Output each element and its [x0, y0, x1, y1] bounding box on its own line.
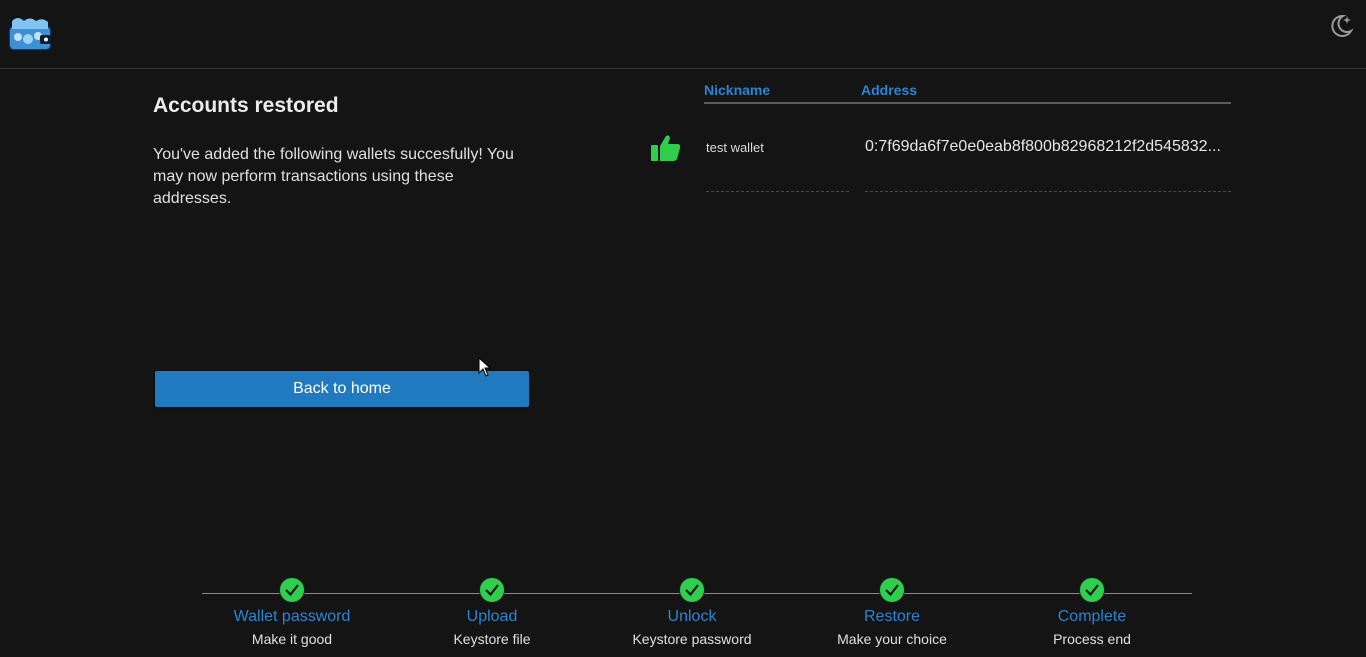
- check-icon: [479, 577, 505, 603]
- step-label: Unlock: [667, 608, 717, 625]
- step-restore[interactable]: Restore Make your choice: [792, 576, 992, 647]
- wallet-logo-icon[interactable]: [6, 15, 54, 53]
- step-sublabel: Keystore password: [632, 631, 752, 647]
- success-description: You've added the following wallets succe…: [153, 146, 514, 207]
- check-icon: [679, 577, 705, 603]
- step-sublabel: Make it good: [251, 631, 333, 647]
- step-sublabel: Keystore file: [453, 631, 531, 647]
- table-row: test wallet 0:7f69da6f7e0e0eab8f800b8296…: [704, 104, 1231, 194]
- step-wallet-password[interactable]: Wallet password Make it good: [192, 576, 392, 647]
- restored-wallets-table: Nickname Address test wallet 0:7f69da6f7…: [704, 80, 1231, 194]
- top-bar: [0, 0, 1366, 69]
- column-header-address[interactable]: Address: [861, 82, 917, 98]
- restore-summary: Accounts restored You've added the follo…: [153, 94, 533, 210]
- check-icon: [1079, 577, 1105, 603]
- check-icon: [279, 577, 305, 603]
- mouse-pointer-icon: [478, 356, 492, 377]
- step-sublabel: Process end: [1053, 631, 1131, 647]
- step-sublabel: Make your choice: [837, 631, 947, 647]
- moon-star-icon[interactable]: [1326, 12, 1354, 40]
- step-unlock[interactable]: Unlock Keystore password: [592, 576, 792, 647]
- divider: [706, 191, 849, 192]
- check-icon: [879, 577, 905, 603]
- wallet-address[interactable]: 0:7f69da6f7e0e0eab8f800b82968212f2d54583…: [865, 138, 1227, 156]
- divider: [865, 191, 1231, 192]
- page-title: Accounts restored: [153, 94, 339, 117]
- thumbs-up-icon: [650, 133, 682, 163]
- step-label: Restore: [863, 608, 921, 625]
- wallet-nickname: test wallet: [706, 140, 764, 155]
- step-upload[interactable]: Upload Keystore file: [392, 576, 592, 647]
- column-header-nickname[interactable]: Nickname: [704, 82, 770, 98]
- step-complete[interactable]: Complete Process end: [992, 576, 1192, 647]
- progress-stepper: Wallet password Make it good Upload Keys…: [202, 576, 1192, 657]
- table-header: Nickname Address: [704, 80, 1231, 104]
- step-label: Complete: [1057, 608, 1127, 625]
- step-label: Wallet password: [233, 608, 351, 625]
- back-to-home-button[interactable]: Back to home: [155, 371, 529, 407]
- step-label: Upload: [466, 608, 518, 625]
